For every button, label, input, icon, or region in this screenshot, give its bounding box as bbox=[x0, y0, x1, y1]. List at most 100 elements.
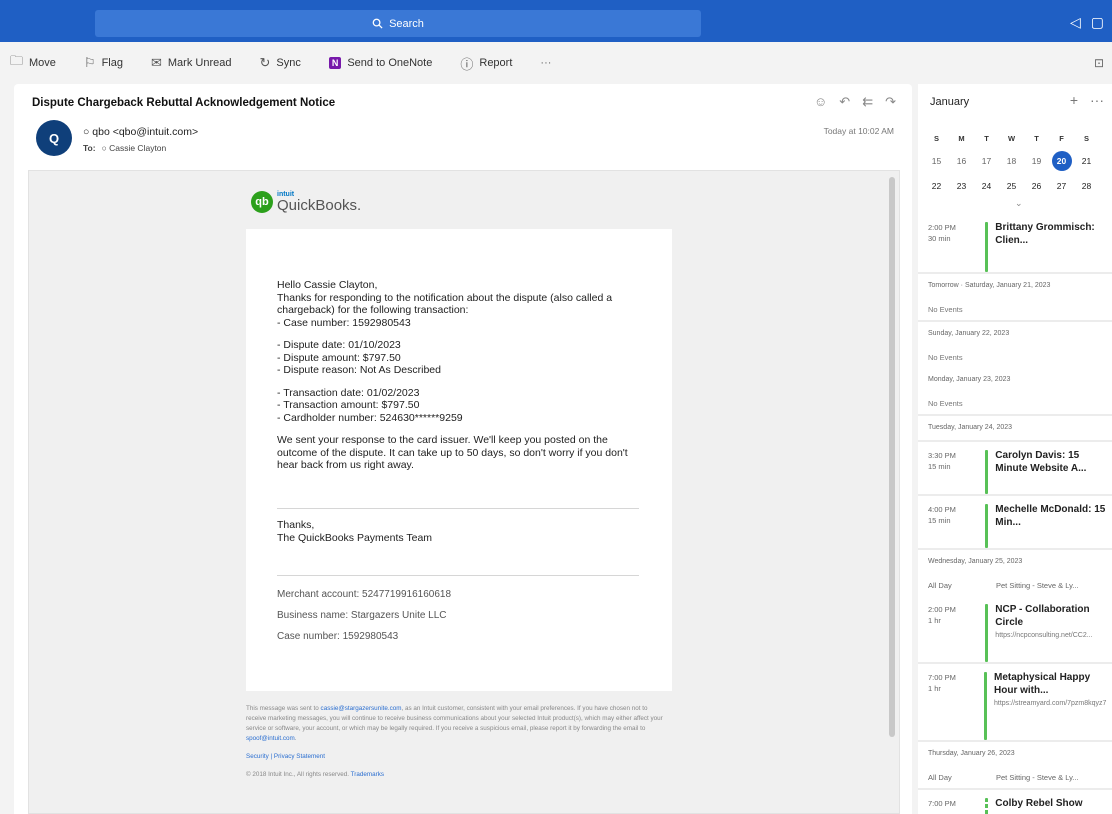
reply-icon[interactable]: ↶ bbox=[839, 94, 850, 110]
divider-2 bbox=[277, 575, 639, 576]
calendar-day[interactable]: 18 bbox=[999, 148, 1024, 173]
logo-quickbooks: QuickBooks. bbox=[277, 197, 362, 214]
signoff-thanks: Thanks, bbox=[277, 519, 315, 531]
move-button[interactable]: 🗀 Move bbox=[10, 52, 56, 74]
sender-address: qbo <qbo@intuit.com> bbox=[92, 126, 199, 138]
megaphone-icon[interactable]: ◁ bbox=[1070, 14, 1081, 31]
sender-avatar: Q bbox=[36, 120, 72, 156]
calendar-day[interactable]: 19 bbox=[1024, 148, 1049, 173]
recipients: To: ○ Cassie Clayton bbox=[83, 143, 167, 153]
expand-icon[interactable]: ▢ bbox=[1091, 14, 1104, 31]
agenda-event[interactable]: 7:00 PM 1 hr Metaphysical Happy Hour with… bbox=[918, 664, 1112, 740]
dispute-amount: - Dispute amount: $797.50 bbox=[277, 351, 401, 364]
calendar-day[interactable]: 28 bbox=[1074, 173, 1099, 198]
agenda-event[interactable]: 4:00 PM 15 min Mechelle McDonald: 15 Min.… bbox=[918, 496, 1112, 548]
event-time: 7:00 PM bbox=[928, 799, 956, 808]
all-day-event[interactable]: All Day Pet Sitting - Steve & Ly... bbox=[918, 766, 1112, 788]
to-label: To: bbox=[83, 143, 96, 153]
sidebar-toggle-icon[interactable]: ⊡ bbox=[1094, 56, 1104, 70]
envelope-icon: ✉ bbox=[150, 55, 162, 70]
calendar-day[interactable]: 24 bbox=[974, 173, 999, 198]
agenda-event[interactable]: 3:30 PM 15 min Carolyn Davis: 15 Minute W… bbox=[918, 442, 1112, 494]
event-bar bbox=[985, 222, 989, 272]
flag-label: Flag bbox=[101, 57, 123, 69]
event-time: 2:00 PM bbox=[928, 605, 956, 614]
all-day-title: Pet Sitting - Steve & Ly... bbox=[996, 580, 1079, 590]
no-events: No Events bbox=[928, 398, 963, 408]
footer-spoof-link[interactable]: spoof@intuit.com bbox=[246, 735, 295, 742]
calendar-day[interactable]: 25 bbox=[999, 173, 1024, 198]
reply-all-icon[interactable]: ⇇ bbox=[862, 94, 873, 110]
weekday-label: T bbox=[1034, 133, 1039, 143]
day-header: Monday, January 23, 2023 bbox=[928, 375, 1011, 383]
email-scrollbar[interactable] bbox=[889, 177, 895, 737]
calendar-day[interactable]: 26 bbox=[1024, 173, 1049, 198]
quickbooks-logo: qb intuit QuickBooks. bbox=[251, 191, 361, 213]
footer-email-link[interactable]: cassie@stargazersunite.com bbox=[321, 705, 402, 712]
search-box[interactable]: Search bbox=[95, 10, 701, 37]
business-name: Business name: Stargazers Unite LLC bbox=[277, 610, 447, 621]
more-actions-button[interactable]: ··· bbox=[540, 57, 551, 69]
reading-pane: Dispute Chargeback Rebuttal Acknowledgem… bbox=[14, 84, 912, 814]
calendar-month[interactable]: January bbox=[930, 96, 969, 108]
outlook-window: Search ◁ ▢ 🗀 Move ⚐ Flag ✉ Mark Unread ↻… bbox=[0, 0, 1112, 814]
send-to-onenote-button[interactable]: N Send to OneNote bbox=[328, 57, 432, 69]
event-duration: 30 min bbox=[928, 234, 951, 243]
calendar-day[interactable]: 23 bbox=[949, 173, 974, 198]
event-link[interactable]: https://streamyard.com/7pzm8kqyz7 bbox=[994, 699, 1106, 708]
today-number: 20 bbox=[1051, 150, 1072, 171]
no-events: No Events bbox=[928, 304, 963, 314]
case-number: Case number: 1592980543 bbox=[277, 631, 399, 642]
report-button[interactable]: ⓘ Report bbox=[460, 54, 512, 73]
forward-icon[interactable]: ↷ bbox=[885, 94, 896, 110]
flag-button[interactable]: ⚐ Flag bbox=[84, 55, 123, 71]
footer-text-end: . bbox=[294, 735, 297, 742]
calendar-day-today[interactable]: 20 bbox=[1049, 148, 1074, 173]
all-day-label: All Day bbox=[928, 580, 952, 590]
day-header: Tuesday, January 24, 2023 bbox=[928, 423, 1013, 431]
footer-links[interactable]: Security | Privacy Statement bbox=[246, 752, 666, 762]
weekday-label: S bbox=[933, 133, 939, 143]
mark-unread-button[interactable]: ✉ Mark Unread bbox=[151, 55, 231, 71]
calendar-day[interactable]: 22 bbox=[924, 173, 949, 198]
sync-icon: ↻ bbox=[259, 55, 271, 70]
onenote-icon: N bbox=[328, 57, 342, 69]
move-label: Move bbox=[29, 57, 56, 69]
agenda-event[interactable]: 2:00 PM 30 min Brittany Grommisch: Clien.… bbox=[918, 214, 1112, 272]
add-event-icon[interactable]: + bbox=[1070, 92, 1078, 108]
day-header: Thursday, January 26, 2023 bbox=[928, 749, 1015, 757]
calendar-day[interactable]: 17 bbox=[974, 148, 999, 173]
more-label: ··· bbox=[540, 57, 552, 69]
emoji-react-icon[interactable]: ☺ bbox=[814, 94, 827, 110]
event-time: 2:00 PM bbox=[928, 223, 956, 232]
event-bar bbox=[985, 504, 989, 548]
greeting: Hello Cassie Clayton, bbox=[277, 279, 378, 291]
calendar-day[interactable]: 15 bbox=[924, 148, 949, 173]
recipient-name[interactable]: Cassie Clayton bbox=[109, 143, 166, 153]
agenda-event[interactable]: 2:00 PM 1 hr NCP - Collaboration Circle ht… bbox=[918, 596, 1112, 662]
more-icon[interactable]: ··· bbox=[1090, 92, 1104, 108]
calendar-day[interactable]: 16 bbox=[949, 148, 974, 173]
calendar-day[interactable]: 27 bbox=[1049, 173, 1074, 198]
sender[interactable]: ○ qbo <qbo@intuit.com> bbox=[83, 126, 198, 138]
event-title: Colby Rebel Show bbox=[995, 798, 1083, 809]
intro-text: Thanks for responding to the notificatio… bbox=[277, 291, 613, 317]
chevron-down-icon[interactable]: ⌄ bbox=[1015, 198, 1023, 209]
sync-button[interactable]: ↻ Sync bbox=[259, 55, 300, 71]
agenda-list: 2:00 PM 30 min Brittany Grommisch: Clien.… bbox=[918, 214, 1112, 814]
event-link[interactable]: https://ncpconsulting.net/CC2... bbox=[995, 631, 1106, 640]
calendar-day[interactable]: 21 bbox=[1074, 148, 1099, 173]
event-title: Brittany Grommisch: Clien... bbox=[995, 222, 1095, 246]
calendar-pane: January + ··· S M T W T F S 15 16 17 18 … bbox=[918, 84, 1112, 814]
search-icon bbox=[372, 18, 383, 29]
footer-trademarks-link[interactable]: Trademarks bbox=[351, 771, 384, 778]
report-icon: ⓘ bbox=[460, 56, 474, 72]
dispute-date: - Dispute date: 01/10/2023 bbox=[277, 339, 401, 351]
event-duration: 15 min bbox=[928, 462, 951, 471]
signoff-team: The QuickBooks Payments Team bbox=[277, 531, 433, 544]
agenda-event[interactable]: 7:00 PM Colby Rebel Show bbox=[918, 790, 1112, 814]
email-card: Hello Cassie Clayton, Thanks for respond… bbox=[246, 229, 672, 691]
all-day-event[interactable]: All Day Pet Sitting - Steve & Ly... bbox=[918, 574, 1112, 596]
event-time: 4:00 PM bbox=[928, 505, 956, 514]
weekday-label: M bbox=[958, 133, 965, 143]
